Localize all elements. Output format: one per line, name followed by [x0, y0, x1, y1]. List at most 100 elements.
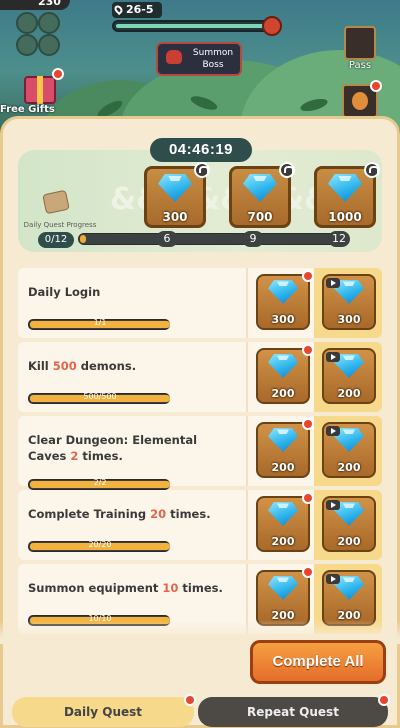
boss-gate-icon [262, 16, 282, 36]
quest-title: Complete Training 20 times. [28, 506, 238, 522]
notification-dot [302, 492, 314, 504]
milestone-amount: 300 [162, 210, 188, 224]
reward-amount: 200 [271, 387, 295, 400]
milestone-threshold: 12 [328, 231, 350, 247]
quest-progress-track: 500/500 [28, 392, 170, 404]
ad-reward-cell: 200 [314, 342, 382, 412]
daily-progress-fill [80, 235, 86, 243]
milestone-threshold: 6 [156, 231, 178, 247]
claim-reward-cell: 200 [246, 416, 314, 486]
pass-book-icon [344, 26, 376, 60]
quest-progress-track: 1/1 [28, 318, 170, 330]
scroll-icon [40, 189, 70, 215]
quest-progress-text: 500/500 [83, 392, 117, 401]
claim-reward-button[interactable]: 200 [256, 344, 314, 404]
milestone-chest-1[interactable]: 300 [144, 162, 210, 228]
ad-reward-cell: 200 [314, 490, 382, 560]
ad-reward-button[interactable]: 200 [322, 422, 376, 478]
quest-progress-text: 2/2 [93, 478, 107, 487]
location-pin-icon [112, 3, 125, 16]
notification-dot [302, 418, 314, 430]
lock-icon [279, 162, 295, 178]
video-ad-icon [326, 574, 340, 584]
clover-leaf-icon [38, 34, 60, 56]
gift-ribbon [37, 76, 43, 104]
reward-amount: 300 [271, 313, 295, 326]
daily-progress-count: 0/12 [38, 232, 74, 248]
stage-progress-fill [116, 24, 267, 28]
lock-icon [364, 162, 380, 178]
milestone-chest-2[interactable]: 700 [229, 162, 295, 228]
claim-reward-cell: 300 [246, 268, 314, 338]
quest-title: Kill 500 demons. [28, 358, 238, 374]
video-ad-icon [326, 352, 340, 362]
video-ad-icon [326, 500, 340, 510]
quest-title-text: demons. [76, 359, 137, 373]
quest-title-text: Kill [28, 359, 53, 373]
quest-progress-text: 1/1 [93, 318, 107, 327]
demon-skull-icon [166, 50, 182, 64]
clover-menu-button[interactable] [16, 12, 62, 58]
daily-quest-progress-label: Daily Quest Progress [23, 221, 97, 229]
top-resource-badge: 230 [0, 0, 70, 10]
notification-dot [302, 270, 314, 282]
stage-indicator: 26-5 [112, 2, 162, 18]
ad-reward-cell: 300 [314, 268, 382, 338]
ad-reward-amount: 200 [337, 461, 361, 474]
clover-leaf-icon [38, 12, 60, 34]
claim-reward-button[interactable]: 200 [256, 492, 314, 552]
milestone-threshold: 9 [242, 231, 264, 247]
ad-reward-cell: 200 [314, 416, 382, 486]
quest-title: Summon equipment 10 times. [28, 580, 238, 596]
quest-title-text: Summon equipment [28, 581, 163, 595]
tab-repeat-quest-label: Repeat Quest [247, 705, 339, 719]
free-gifts-label: Free Gifts [0, 104, 55, 115]
quest-title-text: times. [78, 449, 123, 463]
claim-reward-button[interactable]: 200 [256, 566, 314, 626]
quest-target-count: 10 [162, 581, 179, 595]
daily-progress-track [78, 233, 348, 245]
quest-target-count: 500 [52, 359, 77, 373]
quest-title: Clear Dungeon: Elemental Caves 2 times. [28, 432, 238, 464]
ad-reward-amount: 200 [337, 535, 361, 548]
tab-daily-quest-label: Daily Quest [63, 705, 143, 719]
reward-amount: 200 [271, 535, 295, 548]
summon-boss-button[interactable]: Summon Boss [156, 42, 242, 76]
ad-reward-button[interactable]: 200 [322, 570, 376, 626]
tab-daily-quest[interactable]: Daily Quest [12, 694, 196, 727]
complete-all-button[interactable]: Complete All [250, 640, 386, 684]
quest-progress-text: 20/20 [88, 540, 112, 549]
ad-reward-button[interactable]: 200 [322, 348, 376, 404]
milestone-chest-3[interactable]: 1000 [314, 162, 380, 228]
quest-tabs: Daily Quest Repeat Quest [12, 694, 390, 727]
tab-repeat-quest[interactable]: Repeat Quest [198, 694, 390, 727]
summon-boss-label: Summon Boss [192, 48, 234, 70]
notification-dot [302, 344, 314, 356]
notification-dot [184, 694, 196, 706]
claim-reward-button[interactable]: 200 [256, 418, 314, 478]
quest-title-text: times. [166, 507, 211, 521]
lock-icon [194, 162, 210, 178]
pass-button[interactable]: Pass [340, 26, 380, 72]
notification-dot [378, 694, 390, 706]
stage-progress: 26-5 [112, 2, 290, 36]
quest-title: Daily Login [28, 284, 238, 300]
notification-dot [52, 68, 64, 80]
ad-reward-button[interactable]: 200 [322, 496, 376, 552]
quest-row: Complete Training 20 times. 20/20 200 200 [18, 490, 382, 560]
lion-event-button[interactable] [342, 80, 382, 118]
reset-timer: 04:46:19 [150, 138, 252, 162]
quest-title-text: times. [178, 581, 223, 595]
claim-reward-button[interactable]: 300 [256, 270, 314, 330]
quest-row: Clear Dungeon: Elemental Caves 2 times. 2… [18, 416, 382, 490]
video-ad-icon [326, 278, 340, 288]
reward-amount: 200 [271, 461, 295, 474]
ad-reward-button[interactable]: 300 [322, 274, 376, 330]
top-resource-value: 230 [38, 0, 61, 8]
notification-dot [370, 80, 382, 92]
pass-label: Pass [348, 60, 372, 71]
claim-reward-cell: 200 [246, 490, 314, 560]
quest-progress-track: 20/20 [28, 540, 170, 552]
clover-leaf-icon [16, 12, 38, 34]
milestone-amount: 700 [247, 210, 273, 224]
